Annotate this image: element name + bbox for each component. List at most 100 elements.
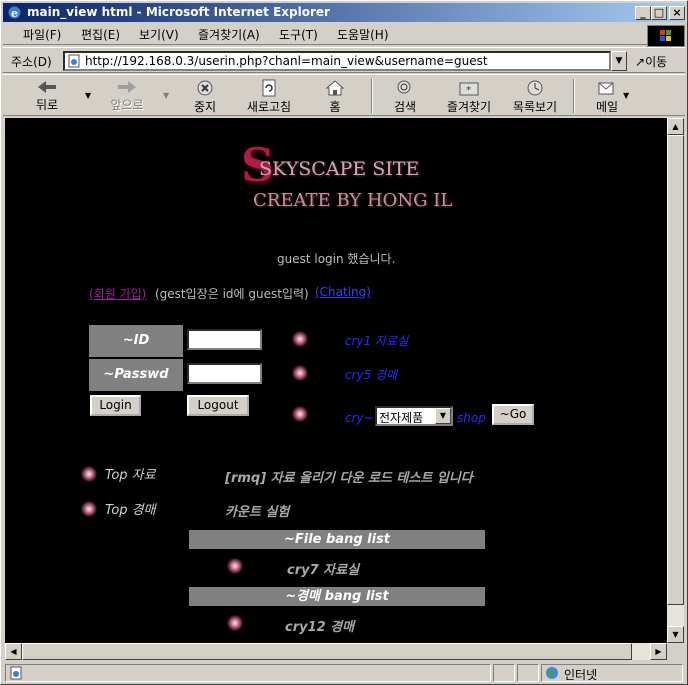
auction-bang-item[interactable]: cry12 경매 [285, 616, 354, 635]
home-button[interactable]: 홈 [309, 77, 361, 115]
page-icon [68, 54, 80, 68]
toolbar-separator [573, 79, 575, 113]
maximize-button[interactable]: □ [651, 6, 667, 20]
history-label: 목록보기 [512, 100, 558, 114]
go-category-button[interactable]: ~Go [492, 404, 534, 425]
passwd-input[interactable] [187, 363, 262, 384]
signup-link[interactable]: (회원 가입) [89, 285, 146, 302]
mail-label: 메일 [595, 100, 619, 114]
cry1-link[interactable]: cry1 자료실 [345, 332, 408, 349]
id-input[interactable] [187, 329, 262, 350]
passwd-label: ~Passwd [89, 359, 183, 391]
minimize-button[interactable]: _ [635, 6, 651, 20]
logo-subtitle: CREATE BY HONG IL [253, 190, 453, 211]
status-text-panel [5, 664, 491, 682]
zone-label: 인터넷 [564, 668, 598, 682]
vertical-scrollbar[interactable]: ▲ ▼ [667, 118, 684, 643]
menu-favorites[interactable]: 즐겨찾기(A) [198, 26, 260, 43]
category-select[interactable]: 전자제품 ▼ [375, 406, 453, 426]
menu-file[interactable]: 파일(F) [23, 26, 61, 43]
page-content: S SKYSCAPE SITE CREATE BY HONG IL guest … [5, 118, 667, 643]
address-dropdown-button[interactable]: ▼ [611, 51, 627, 71]
toolbar: 뒤로 ▼ 앞으로 ▼ 중지 새로고침 홈 검색 * 즐겨찾기 목록보기 메일 ▼ [3, 74, 685, 116]
scroll-corner [667, 643, 684, 660]
back-label: 뒤로 [35, 98, 59, 112]
page-status-icon [10, 666, 22, 680]
orb-bullet-icon [227, 615, 243, 631]
back-button[interactable]: 뒤로 [21, 77, 73, 115]
forward-arrow-icon [118, 81, 136, 93]
category-selected: 전자제품 [379, 411, 424, 425]
go-label: 이동 [645, 55, 668, 69]
mail-icon [598, 82, 614, 95]
menu-tools[interactable]: 도구(T) [279, 26, 318, 43]
orb-bullet-icon [292, 365, 308, 381]
scroll-down-button[interactable]: ▼ [667, 626, 684, 643]
history-icon [527, 80, 543, 96]
address-label: 주소(D) [11, 55, 52, 69]
stop-icon [197, 80, 213, 96]
menu-bar: 파일(F) 편집(E) 보기(V) 즐겨찾기(A) 도구(T) 도움말(H) [3, 23, 685, 45]
site-logo: S SKYSCAPE SITE CREATE BY HONG IL [241, 138, 452, 218]
orb-bullet-icon [292, 331, 308, 347]
file-bang-item[interactable]: cry7 자료실 [287, 559, 359, 578]
cry5-link[interactable]: cry5 경매 [345, 366, 397, 383]
shop-link[interactable]: shop [457, 411, 486, 425]
back-dropdown-icon[interactable]: ▼ [85, 91, 91, 100]
history-button[interactable]: 목록보기 [509, 77, 561, 115]
top-auction-label: Top 경매 [105, 503, 156, 518]
svg-text:e: e [11, 7, 18, 20]
guest-note: (gest입장은 id에 guest입력) [155, 287, 309, 301]
orb-bullet-icon [227, 558, 243, 574]
cry-prefix: cry~ [345, 411, 374, 425]
login-button[interactable]: Login [90, 395, 141, 416]
menu-edit[interactable]: 편집(E) [81, 26, 120, 43]
title-bar[interactable]: e main_view html - Microsoft Internet Ex… [3, 3, 685, 22]
mail-dropdown-icon[interactable]: ▼ [623, 91, 629, 100]
favorites-icon: * [459, 82, 479, 96]
scroll-left-button[interactable]: ◀ [5, 643, 22, 660]
stop-button[interactable]: 중지 [179, 77, 231, 115]
menu-view[interactable]: 보기(V) [139, 26, 179, 43]
chatting-link[interactable]: (Chating) [315, 285, 371, 299]
forward-label: 앞으로 [110, 98, 144, 112]
address-input[interactable]: http://192.168.0.3/userin.php?chanl=main… [63, 51, 611, 71]
svg-text:*: * [466, 85, 471, 96]
zone-panel: 인터넷 [541, 664, 683, 682]
menu-help[interactable]: 도움말(H) [337, 26, 389, 43]
window-title: main_view html - Microsoft Internet Expl… [27, 5, 330, 19]
close-button[interactable]: × [669, 6, 685, 20]
refresh-button[interactable]: 새로고침 [243, 77, 295, 115]
login-message: guest login 했습니다. [277, 252, 396, 266]
windows-flag-icon [647, 25, 685, 47]
horizontal-scrollbar[interactable]: ◀ ▶ [5, 643, 667, 660]
search-button[interactable]: 검색 [379, 77, 431, 115]
toolbar-separator [371, 79, 373, 113]
go-button[interactable]: ↗이동 [635, 53, 667, 70]
top-auction-text[interactable]: 카운트 실험 [225, 501, 289, 520]
forward-button[interactable]: 앞으로 [101, 77, 153, 115]
logout-button[interactable]: Logout [187, 395, 249, 416]
vertical-scroll-thumb[interactable] [667, 135, 684, 605]
address-url: http://192.168.0.3/userin.php?chanl=main… [85, 54, 488, 68]
scroll-right-button[interactable]: ▶ [650, 643, 667, 660]
search-icon [397, 80, 411, 94]
favorites-button[interactable]: * 즐겨찾기 [443, 77, 495, 115]
orb-bullet-icon [292, 406, 308, 422]
file-bang-header: ~File bang list [189, 530, 485, 549]
refresh-label: 새로고침 [246, 100, 292, 114]
favorites-label: 즐겨찾기 [446, 100, 492, 114]
home-label: 홈 [329, 100, 341, 114]
back-arrow-icon [38, 81, 56, 93]
top-data-text[interactable]: [rmq] 자료 올리기 다운 로드 테스트 입니다 [225, 467, 473, 486]
scroll-up-button[interactable]: ▲ [667, 118, 684, 135]
stop-label: 중지 [193, 100, 217, 114]
forward-dropdown-icon[interactable]: ▼ [163, 91, 169, 100]
refresh-icon [262, 79, 276, 97]
ie-logo-icon: e [8, 6, 21, 20]
id-label: ~ID [89, 325, 183, 357]
address-bar: 주소(D) http://192.168.0.3/userin.php?chan… [3, 47, 685, 73]
internet-globe-icon [546, 667, 558, 679]
horizontal-scroll-thumb[interactable] [22, 643, 632, 660]
status-bar: 인터넷 [3, 662, 685, 684]
